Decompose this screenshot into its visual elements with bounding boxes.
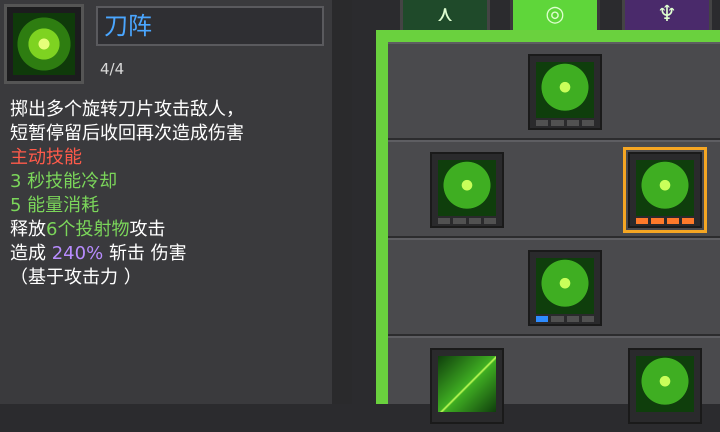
skill-type: 主动技能: [10, 147, 82, 168]
node-pips: [536, 120, 594, 126]
skill-node[interactable]: [628, 348, 702, 424]
cooldown: 3 秒技能冷却: [10, 171, 118, 192]
skill-node-selected[interactable]: [623, 147, 707, 233]
burst-arrows-icon: [438, 160, 496, 216]
damage-suffix: 斩击 伤害: [108, 243, 187, 264]
damage-note: （基于攻击力 ）: [10, 267, 142, 288]
spinning-blade-icon: [13, 13, 75, 75]
release-target: 投射物: [75, 219, 130, 240]
skill-tree-grid: [388, 42, 720, 424]
skill-level: 4/4: [100, 60, 125, 78]
skill-info-panel: 刀阵 4/4 掷出多个旋转刀片攻击敌人， 短暂停留后收回再次造成伤害 主动技能 …: [0, 0, 332, 404]
beast-upgrade-icon: [536, 62, 594, 118]
skill-name: 刀阵: [104, 12, 152, 40]
skill-node[interactable]: [430, 348, 504, 424]
node-pips: [636, 218, 694, 224]
tree-branch-icon: ⋏: [436, 2, 454, 27]
crest-icon: ♆: [657, 2, 677, 27]
spinning-blade-icon: [636, 160, 694, 216]
node-pips: [438, 218, 496, 224]
tree-row: [388, 336, 720, 432]
skill-icon-frame: [4, 4, 84, 84]
skill-node[interactable]: [528, 54, 602, 130]
energy-cost: 5 能量消耗: [10, 195, 100, 216]
panel-divider: [332, 0, 352, 404]
skill-description: 掷出多个旋转刀片攻击敌人， 短暂停留后收回再次造成伤害 主动技能 3 秒技能冷却…: [10, 98, 328, 290]
tree-row: [388, 140, 720, 238]
tree-row: [388, 42, 720, 140]
spiral-icon: ◎: [545, 2, 565, 27]
damage-value: 240%: [51, 243, 104, 264]
release-count: 6个: [46, 219, 76, 240]
skill-node[interactable]: [528, 250, 602, 326]
skill-tree-tabs: ⋏ ◎ ♆: [360, 0, 720, 34]
release-line: 释放6个投射物攻击: [10, 218, 328, 242]
tab-spiral[interactable]: ◎: [510, 0, 600, 34]
skill-node[interactable]: [430, 152, 504, 228]
orbs-icon: [536, 258, 594, 314]
node-pips: [536, 316, 594, 322]
skill-tree: [376, 30, 720, 424]
desc-line-1: 掷出多个旋转刀片攻击敌人，: [10, 99, 244, 120]
tree-row: [388, 238, 720, 336]
skill-title-box: 刀阵: [96, 6, 324, 46]
release-prefix: 释放: [10, 219, 46, 240]
release-suffix: 攻击: [129, 219, 166, 240]
damage-prefix: 造成: [10, 243, 46, 264]
tab-crest[interactable]: ♆: [622, 0, 712, 34]
damage-line: 造成 240% 斩击 伤害: [10, 242, 328, 266]
tab-branch[interactable]: ⋏: [400, 0, 490, 34]
desc-line-2: 短暂停留后收回再次造成伤害: [10, 123, 244, 144]
